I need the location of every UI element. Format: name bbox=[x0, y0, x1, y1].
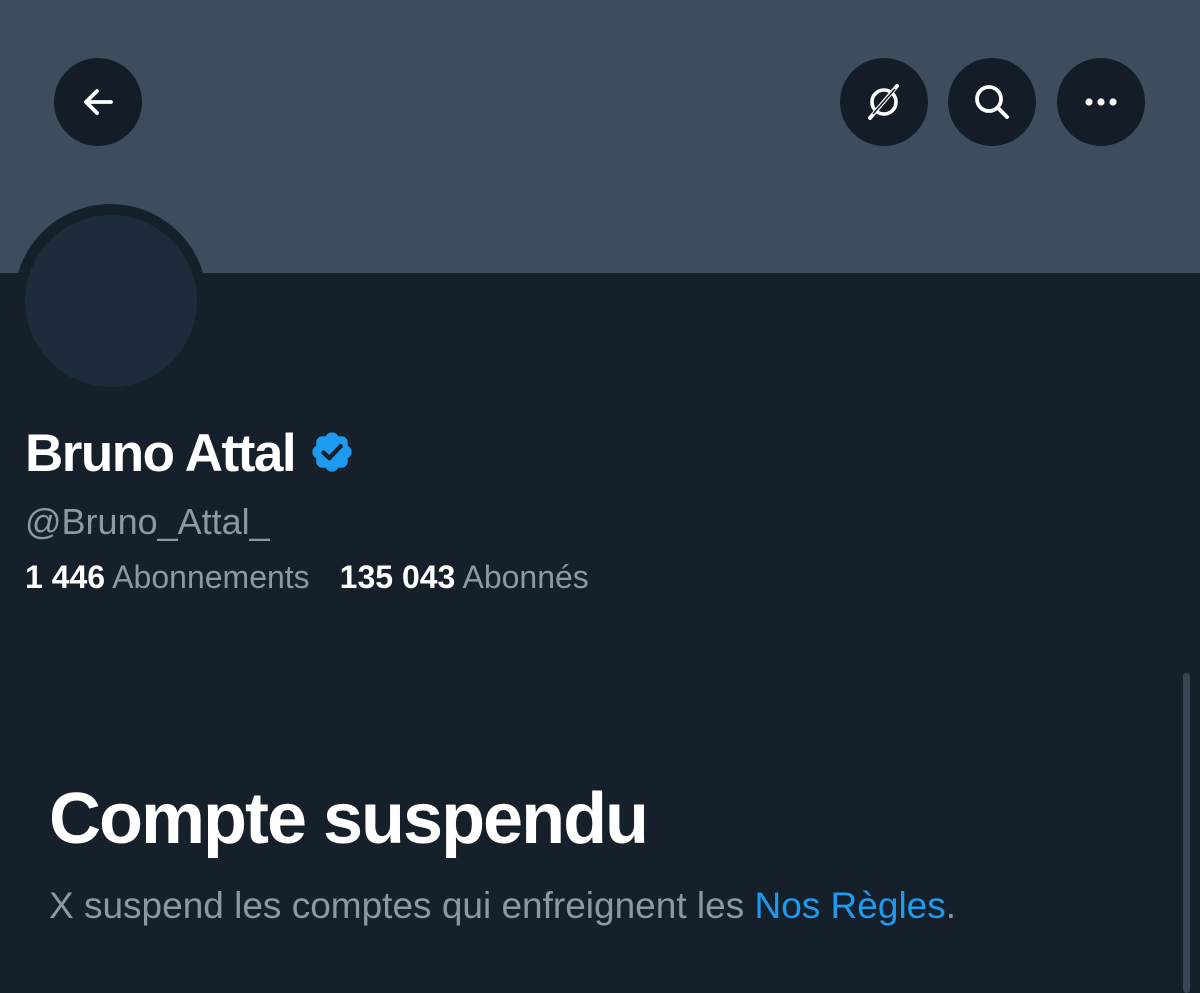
avatar[interactable] bbox=[25, 215, 197, 387]
search-button[interactable] bbox=[948, 58, 1036, 146]
grok-button[interactable] bbox=[840, 58, 928, 146]
arrow-left-icon bbox=[78, 82, 118, 122]
profile-name-row: Bruno Attal bbox=[25, 424, 355, 484]
back-button[interactable] bbox=[54, 58, 142, 146]
more-button[interactable] bbox=[1057, 58, 1145, 146]
grok-icon bbox=[862, 80, 906, 124]
profile-handle: @Bruno_Attal_ bbox=[25, 501, 270, 542]
followers-stat[interactable]: 135 043 Abonnés bbox=[340, 557, 589, 597]
following-count: 1 446 bbox=[25, 559, 106, 595]
search-icon bbox=[970, 80, 1014, 124]
display-name: Bruno Attal bbox=[25, 424, 297, 483]
verified-badge-icon[interactable] bbox=[309, 429, 355, 480]
more-horizontal-icon bbox=[1079, 80, 1123, 124]
suspended-title: Compte suspendu bbox=[49, 779, 649, 859]
profile-stats: 1 446 Abonnements 135 043 Abonnés bbox=[25, 557, 589, 597]
followers-count: 135 043 bbox=[339, 559, 456, 595]
profile-banner bbox=[0, 0, 1200, 273]
suspended-description: X suspend les comptes qui enfreignent le… bbox=[49, 884, 956, 928]
suspended-description-period: . bbox=[945, 885, 957, 926]
followers-label: Abonnés bbox=[462, 559, 589, 595]
suspended-description-text: X suspend les comptes qui enfreignent le… bbox=[49, 885, 755, 926]
following-label: Abonnements bbox=[112, 559, 310, 595]
following-stat[interactable]: 1 446 Abonnements bbox=[25, 557, 310, 597]
rules-link[interactable]: Nos Règles bbox=[754, 885, 945, 926]
scrollbar[interactable] bbox=[1183, 673, 1190, 993]
